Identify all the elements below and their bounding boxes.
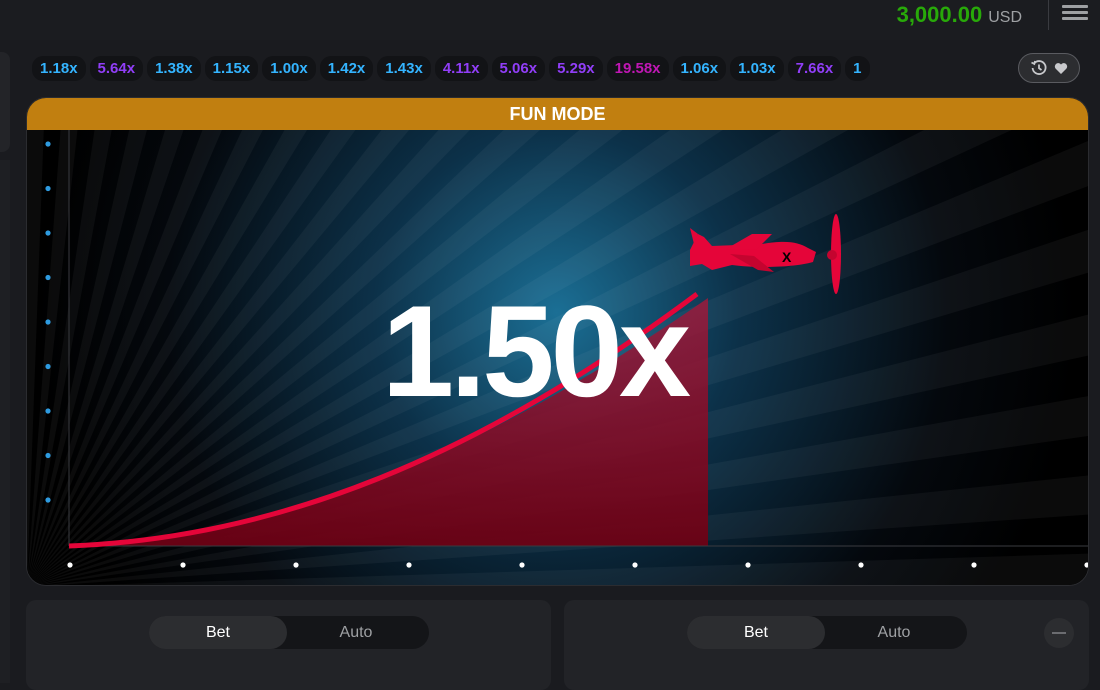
y-axis-dot <box>45 185 51 192</box>
x-axis-dot <box>180 562 186 568</box>
bet-mode-toggle: Bet Auto <box>687 616 967 649</box>
svg-text:X: X <box>782 249 792 265</box>
top-bar: 3,000.00 USD <box>0 0 1100 40</box>
history-item[interactable]: 4.11x <box>434 55 488 81</box>
history-item[interactable]: 1.15x <box>204 55 259 81</box>
history-item[interactable]: 1.38x <box>147 55 201 81</box>
heart-icon <box>1054 62 1068 74</box>
remove-bet-panel-button[interactable] <box>1044 618 1074 648</box>
x-axis-dot <box>971 562 977 568</box>
tab-auto[interactable]: Auto <box>825 616 963 649</box>
balance-currency: USD <box>988 9 1022 26</box>
fun-mode-label: FUN MODE <box>509 103 606 124</box>
x-axis-dot <box>293 562 299 568</box>
tab-bet[interactable]: Bet <box>687 616 825 649</box>
history-item[interactable]: 19.58x <box>606 55 669 81</box>
x-axis-dot <box>745 562 751 568</box>
game-area: X FUN MODE 1.50x <box>26 97 1089 586</box>
tab-auto[interactable]: Auto <box>287 616 425 649</box>
fun-mode-banner: FUN MODE <box>27 98 1088 130</box>
left-panel-body <box>0 160 10 683</box>
current-multiplier: 1.50x <box>381 278 691 424</box>
history-item[interactable]: 1.18x <box>32 55 86 81</box>
history-item[interactable]: 5.06x <box>491 55 546 81</box>
history-item[interactable]: 1.03x <box>730 55 784 81</box>
history-item[interactable]: 1 <box>845 55 870 81</box>
tab-bet[interactable]: Bet <box>149 616 287 649</box>
minus-icon <box>1052 632 1066 634</box>
x-axis-dot <box>67 562 73 568</box>
top-divider <box>1048 0 1049 30</box>
x-axis-dot <box>858 562 864 568</box>
y-axis-dot <box>45 141 51 147</box>
balance: 3,000.00 USD <box>897 0 1022 32</box>
x-axis-dot <box>632 562 638 568</box>
history-item[interactable]: 1.00x <box>262 55 316 81</box>
bet-panel-1: Bet Auto <box>26 600 551 690</box>
balance-amount: 3,000.00 <box>896 2 983 27</box>
history-item[interactable]: 1.06x <box>672 55 727 81</box>
history-item[interactable]: 1.43x <box>377 55 431 81</box>
x-axis-dot <box>406 562 412 568</box>
y-axis-dot <box>45 497 51 503</box>
x-axis-dot <box>519 562 525 568</box>
bet-panel-2: Bet Auto <box>564 600 1089 690</box>
history-item[interactable]: 5.64x <box>89 55 144 81</box>
history-item[interactable]: 7.66x <box>787 55 842 81</box>
multiplier-history: 1.18x 5.64x 1.38x 1.15x 1.00x 1.42x 1.43… <box>32 52 1008 84</box>
y-axis-dot <box>45 230 51 236</box>
bet-mode-toggle: Bet Auto <box>149 616 429 649</box>
left-panel-edge <box>0 52 10 152</box>
hamburger-menu-icon[interactable] <box>1062 2 1088 24</box>
y-axis-dot <box>45 452 51 459</box>
history-toggle-button[interactable] <box>1018 53 1080 83</box>
clock-history-icon <box>1031 60 1047 75</box>
history-item[interactable]: 5.29x <box>549 55 603 81</box>
history-item[interactable]: 1.42x <box>319 55 374 81</box>
